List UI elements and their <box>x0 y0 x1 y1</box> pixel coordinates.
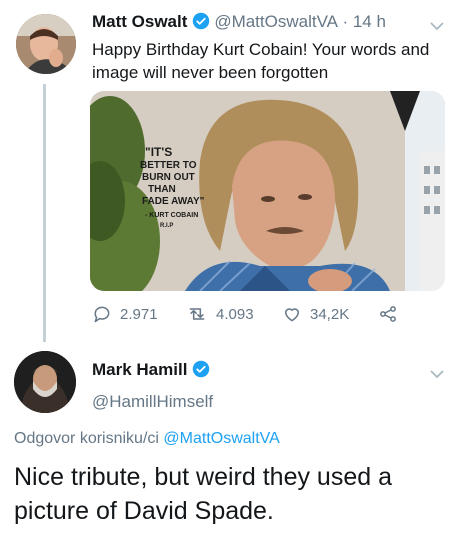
like-icon <box>282 304 302 324</box>
matt-oswalt-avatar[interactable] <box>16 14 76 74</box>
mural-text-line: THAN <box>148 184 176 195</box>
chevron-down-icon[interactable] <box>430 366 444 384</box>
retweet-icon <box>186 304 208 324</box>
mural-text-line: BETTER TO <box>140 160 197 171</box>
reply-button[interactable]: 2.971 <box>92 304 158 324</box>
reply-author-handle[interactable]: @HamillHimself <box>92 392 213 412</box>
mural-text-line: FADE AWAY" <box>142 196 205 207</box>
retweet-count: 4.093 <box>216 305 254 323</box>
replying-to-line: Odgovor korisniku/ci @MattOswaltVA <box>14 430 280 448</box>
tweet-media-image[interactable]: "IT'S BETTER TO BURN OUT THAN FADE AWAY"… <box>90 91 445 291</box>
thread-line <box>43 84 46 342</box>
author-name[interactable]: Matt Oswalt <box>92 12 187 31</box>
replying-to-prefix: Odgovor korisniku/ci <box>14 430 159 447</box>
share-button[interactable] <box>378 304 398 324</box>
retweet-button[interactable]: 4.093 <box>186 304 254 324</box>
like-button[interactable]: 34,2K <box>282 304 349 324</box>
reply-author-name[interactable]: Mark Hamill <box>92 360 210 383</box>
chevron-down-icon[interactable] <box>430 18 444 34</box>
reply-author-name-text: Mark Hamill <box>92 360 188 379</box>
verified-badge-icon <box>192 12 210 35</box>
reply-icon <box>92 304 112 324</box>
mural-text-line: R.I.P <box>160 223 173 229</box>
reply-count: 2.971 <box>120 305 158 323</box>
reply-text: Nice tribute, but weird they used a pict… <box>14 463 392 525</box>
tweet-timestamp[interactable]: · 14 h <box>342 12 385 31</box>
like-count: 34,2K <box>310 305 350 323</box>
mark-hamill-avatar[interactable] <box>14 351 76 413</box>
share-icon <box>378 304 398 324</box>
author-handle[interactable]: @MattOswaltVA <box>214 12 338 31</box>
mural-text-line: - KURT COBAIN <box>145 212 198 219</box>
mural-text-line: "IT'S <box>145 145 172 159</box>
mural-text-line: BURN OUT <box>142 172 195 183</box>
replying-to-mention[interactable]: @MattOswaltVA <box>163 430 279 447</box>
tweet-text: Happy Birthday Kurt Cobain! Your words a… <box>92 40 430 82</box>
verified-badge-icon <box>192 360 210 383</box>
